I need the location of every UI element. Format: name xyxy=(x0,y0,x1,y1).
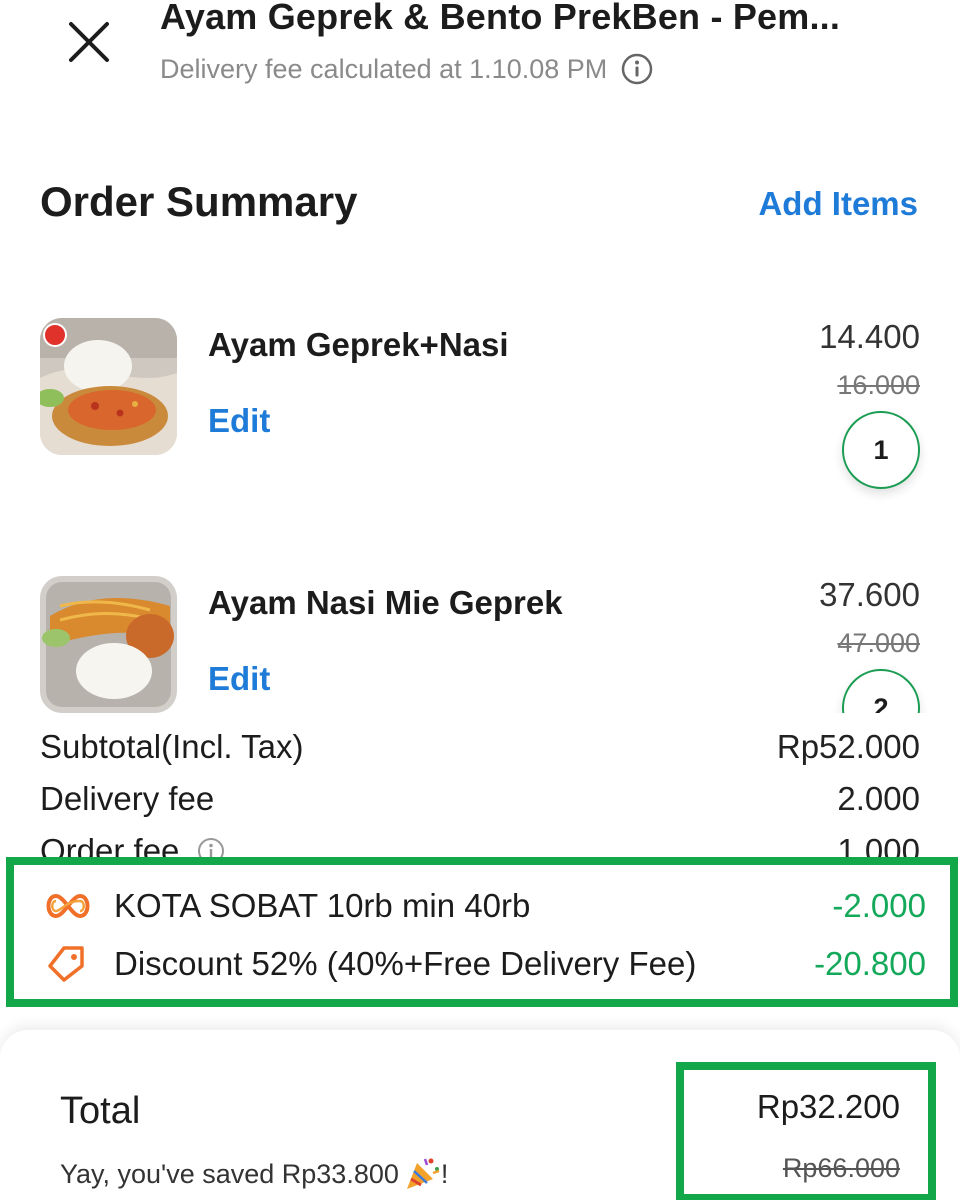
delivery-fee-note: Delivery fee calculated at 1.10.08 PM xyxy=(160,53,653,85)
delivery-fee-row: Delivery fee 2.000 xyxy=(40,780,920,818)
quantity-button[interactable]: 2 xyxy=(842,669,920,713)
savings-message: Yay, you've saved Rp33.800 ! xyxy=(60,1155,448,1193)
promo-amount: -2.000 xyxy=(832,887,926,924)
info-icon[interactable] xyxy=(621,53,653,85)
promo-row: KOTA SOBAT 10rb min 40rb -2.000 xyxy=(42,887,926,925)
promo-highlight-box: KOTA SOBAT 10rb min 40rb -2.000 Discount… xyxy=(6,857,958,1007)
store-name: Ayam Geprek & Bento PrekBen - Pem... xyxy=(160,0,841,37)
total-label: Total xyxy=(60,1090,141,1132)
edit-item-button[interactable]: Edit xyxy=(208,660,270,698)
delivery-fee-value: 2.000 xyxy=(837,780,920,817)
subtotal-label: Subtotal(Incl. Tax) xyxy=(40,728,304,765)
order-summary-title: Order Summary xyxy=(40,178,358,225)
subtotal-row: Subtotal(Incl. Tax) Rp52.000 xyxy=(40,728,920,766)
order-item-clip: Ayam Nasi Mie Geprek Edit 37.600 47.000 … xyxy=(0,570,960,713)
item-price: 37.600 xyxy=(819,576,920,613)
subtotal-value: Rp52.000 xyxy=(776,728,920,765)
item-image-ayam-nasi-mie-geprek xyxy=(40,576,177,713)
price-tag-icon xyxy=(48,946,84,982)
item-original-price: 47.000 xyxy=(837,628,920,658)
promo-label: KOTA SOBAT 10rb min 40rb xyxy=(114,887,531,924)
delivery-fee-note-text: Delivery fee calculated at 1.10.08 PM xyxy=(160,53,608,84)
promo-label: Discount 52% (40%+Free Delivery Fee) xyxy=(114,945,697,982)
total-original-amount: Rp66.000 xyxy=(782,1153,900,1183)
item-price: 14.400 xyxy=(819,318,920,355)
quantity-button[interactable]: 1 xyxy=(842,411,920,489)
promo-amount: -20.800 xyxy=(814,945,926,982)
close-icon xyxy=(69,22,109,62)
order-item: Ayam Geprek+Nasi Edit 14.400 16.000 1 xyxy=(40,318,920,518)
item-name: Ayam Geprek+Nasi xyxy=(208,326,509,363)
savings-suffix: ! xyxy=(440,1158,449,1189)
close-button[interactable] xyxy=(62,20,116,64)
add-items-button[interactable]: Add Items xyxy=(758,185,918,223)
party-popper-icon xyxy=(406,1158,440,1189)
edit-item-button[interactable]: Edit xyxy=(208,402,270,440)
order-item: Ayam Nasi Mie Geprek Edit 37.600 47.000 … xyxy=(40,576,920,713)
savings-text: Yay, you've saved Rp33.800 xyxy=(60,1158,399,1189)
total-amount: Rp32.200 xyxy=(756,1088,900,1125)
item-original-price: 16.000 xyxy=(837,370,920,400)
delivery-fee-label: Delivery fee xyxy=(40,780,215,817)
loop-voucher-icon xyxy=(46,893,90,919)
promo-row: Discount 52% (40%+Free Delivery Fee) -20… xyxy=(42,945,926,983)
item-name: Ayam Nasi Mie Geprek xyxy=(208,584,563,621)
promo-badge xyxy=(43,323,67,347)
